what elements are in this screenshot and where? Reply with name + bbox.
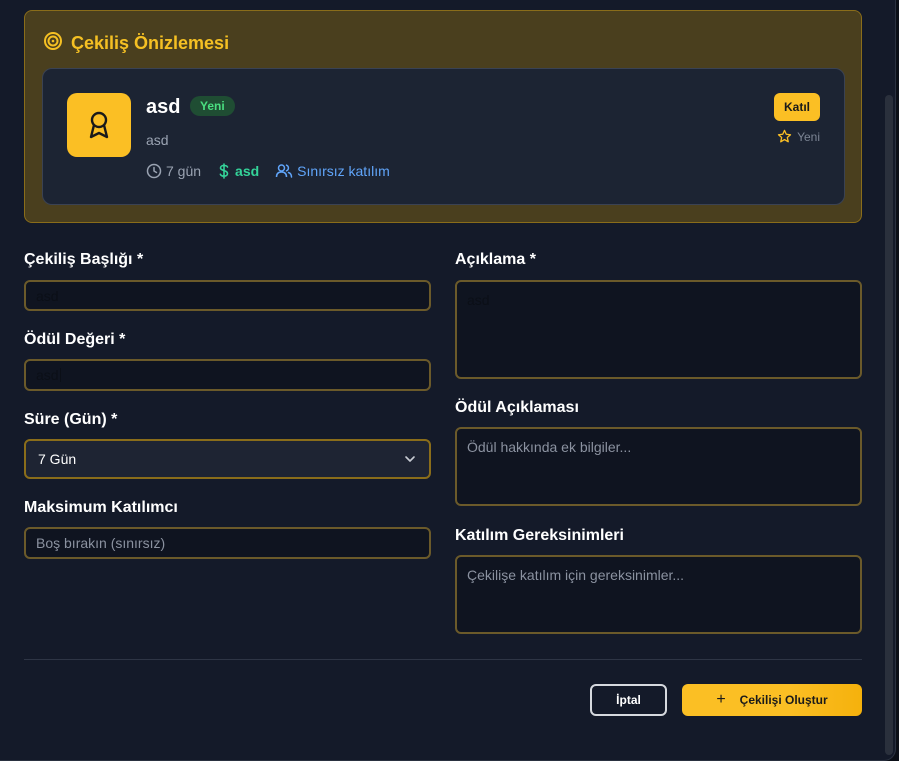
duration-select[interactable]: 7 Gün bbox=[24, 439, 431, 479]
new-badge: Yeni bbox=[190, 96, 235, 116]
scrollbar-thumb[interactable] bbox=[885, 95, 893, 755]
users-icon bbox=[275, 164, 293, 178]
card-meta: 7 gün asd Sınırsız katılım bbox=[146, 163, 390, 179]
duration-text: 7 gün bbox=[166, 163, 202, 179]
card-title: asd bbox=[146, 96, 181, 118]
preview-header: Çekiliş Önizlemesi bbox=[43, 31, 229, 56]
description-label: Açıklama * bbox=[455, 251, 536, 268]
plus-icon: + bbox=[716, 691, 726, 708]
giveaway-card: asd Yeni asd 7 gün asd Sınırsız katılım … bbox=[42, 68, 845, 205]
chevron-down-icon bbox=[405, 456, 415, 462]
dollar-icon bbox=[219, 163, 229, 179]
title-input[interactable]: asd bbox=[24, 280, 431, 311]
max-participants-label: Maksimum Katılımcı bbox=[24, 499, 178, 516]
prize-value-input[interactable]: asd bbox=[24, 359, 431, 391]
target-icon bbox=[43, 31, 63, 56]
requirements-placeholder: Çekilişe katılım için gereksinimler... bbox=[467, 567, 685, 583]
max-participants-input[interactable]: Boş bırakın (sınırsız) bbox=[24, 527, 431, 559]
title-label: Çekiliş Başlığı * bbox=[24, 251, 144, 268]
star-icon bbox=[777, 129, 792, 143]
duration-label: Süre (Gün) * bbox=[24, 411, 118, 428]
duration-meta: 7 gün bbox=[146, 163, 201, 179]
prize-meta: asd bbox=[217, 163, 259, 179]
prize-description-textarea[interactable]: Ödül hakkında ek bilgiler... bbox=[455, 427, 862, 506]
prize-description-label: Ödül Açıklaması bbox=[455, 399, 579, 416]
participants-meta: Sınırsız katılım bbox=[275, 163, 390, 179]
requirements-label: Katılım Gereksinimleri bbox=[455, 527, 624, 544]
clock-icon bbox=[146, 163, 162, 179]
create-giveaway-label: Çekilişi Oluştur bbox=[739, 693, 828, 707]
duration-selected: 7 Gün bbox=[38, 451, 77, 467]
prize-value-input-text: asd bbox=[36, 367, 59, 383]
title-input-value: asd bbox=[36, 287, 59, 304]
footer-divider bbox=[24, 659, 862, 660]
prize-text: asd bbox=[235, 163, 260, 179]
create-giveaway-button[interactable]: + Çekilişi Oluştur bbox=[682, 684, 862, 716]
text-caret bbox=[59, 368, 61, 382]
giveaway-preview: Çekiliş Önizlemesi asd Yeni asd 7 gün as… bbox=[24, 10, 862, 223]
participants-text: Sınırsız katılım bbox=[297, 163, 390, 179]
preview-title: Çekiliş Önizlemesi bbox=[71, 33, 230, 53]
create-giveaway-modal: Çekiliş Önizlemesi asd Yeni asd 7 gün as… bbox=[0, 0, 896, 761]
status-indicator: Yeni bbox=[777, 129, 820, 144]
status-text: Yeni bbox=[797, 129, 820, 144]
card-description: asd bbox=[146, 132, 169, 148]
prize-description-placeholder: Ödül hakkında ek bilgiler... bbox=[467, 439, 632, 455]
description-value: asd bbox=[467, 292, 490, 308]
join-button[interactable]: Katıl bbox=[773, 93, 820, 121]
max-participants-placeholder: Boş bırakın (sınırsız) bbox=[36, 535, 166, 551]
prize-value-label: Ödül Değeri * bbox=[24, 331, 126, 348]
requirements-textarea[interactable]: Çekilişe katılım için gereksinimler... bbox=[455, 555, 862, 634]
description-textarea[interactable]: asd bbox=[455, 280, 862, 379]
award-icon bbox=[67, 93, 131, 157]
cancel-button[interactable]: İptal bbox=[590, 684, 667, 716]
